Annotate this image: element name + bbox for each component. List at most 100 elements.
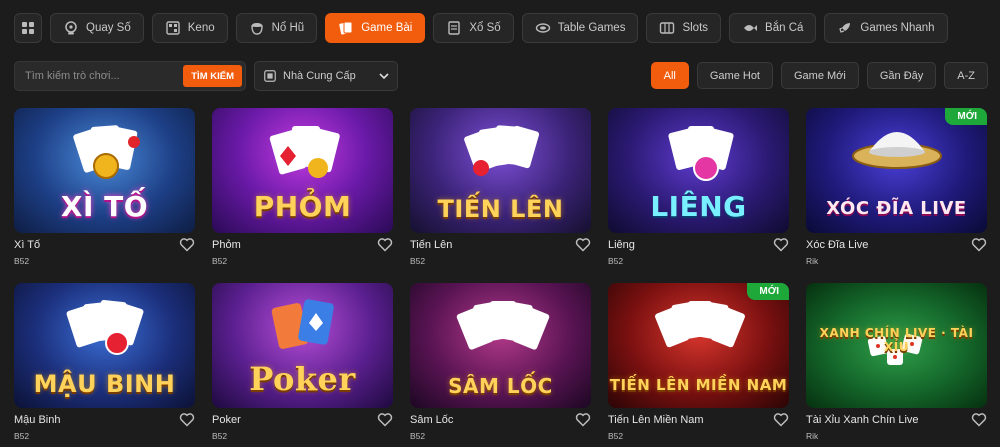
new-badge: MỚI bbox=[945, 108, 987, 125]
slots-icon bbox=[660, 22, 675, 34]
heart-icon[interactable] bbox=[971, 237, 987, 252]
tab-label: Slots bbox=[682, 22, 709, 34]
filter-gan-day[interactable]: Gần Đây bbox=[866, 62, 937, 89]
game-title: Sâm Lốc bbox=[410, 414, 454, 426]
game-card[interactable]: PHỎM Phỏm B52 bbox=[212, 108, 393, 274]
game-provider: B52 bbox=[410, 256, 426, 266]
game-thumbnail[interactable]: Poker bbox=[212, 283, 393, 408]
cards-icon bbox=[339, 21, 353, 35]
filter-game-moi[interactable]: Game Mới bbox=[781, 62, 859, 89]
heart-icon[interactable] bbox=[179, 412, 195, 427]
game-provider: Rik bbox=[806, 256, 819, 266]
search-input[interactable] bbox=[25, 62, 185, 90]
game-thumbnail[interactable]: MẬU BINH bbox=[14, 283, 195, 408]
provider-icon bbox=[264, 70, 276, 82]
game-logo: SÂM LỐC bbox=[448, 374, 553, 398]
game-logo: XÌ TỐ bbox=[60, 190, 149, 223]
tab-quay-so[interactable]: Quay Số bbox=[50, 13, 144, 43]
game-card[interactable]: XÌ TỐ Xì Tố B52 bbox=[14, 108, 195, 274]
game-thumbnail[interactable]: PHỎM bbox=[212, 108, 393, 233]
game-title-row: Tài Xỉu Xanh Chín Live bbox=[806, 412, 987, 428]
jackpot-icon bbox=[250, 23, 263, 35]
search-button[interactable]: TÌM KIẾM bbox=[183, 65, 242, 87]
tab-slots[interactable]: Slots bbox=[646, 13, 722, 43]
tab-label: Nổ Hũ bbox=[271, 22, 305, 34]
game-card[interactable]: TIẾN LÊN MIỀN NAM MỚI Tiến Lên Miền Nam … bbox=[608, 283, 789, 447]
toolbar: TÌM KIẾM Nhà Cung Cấp All Game Hot Game … bbox=[14, 61, 988, 91]
tab-game-bai[interactable]: Game Bài bbox=[325, 13, 426, 43]
game-provider: B52 bbox=[410, 431, 426, 441]
filter-a-z[interactable]: A-Z bbox=[944, 62, 988, 89]
heart-icon[interactable] bbox=[575, 237, 591, 252]
provider-dropdown[interactable]: Nhà Cung Cấp bbox=[254, 61, 398, 91]
heart-icon[interactable] bbox=[179, 237, 195, 252]
chevron-down-icon bbox=[379, 73, 389, 80]
playing-cards-icon bbox=[269, 126, 340, 178]
game-thumbnail[interactable]: XÓC ĐĨA LIVE MỚI bbox=[806, 108, 987, 233]
game-title-row: Xì Tố bbox=[14, 237, 195, 253]
fish-icon bbox=[744, 25, 758, 31]
game-title-row: Sâm Lốc bbox=[410, 412, 591, 428]
game-logo: PHỎM bbox=[253, 190, 352, 223]
heart-icon[interactable] bbox=[773, 237, 789, 252]
game-thumbnail[interactable]: XANH CHÍN LIVE · TÀI XỈU bbox=[806, 283, 987, 408]
game-lobby: Quay Số Keno Nổ Hũ Game Bài Xổ Số Table … bbox=[0, 0, 1000, 447]
game-thumbnail[interactable]: SÂM LỐC bbox=[410, 283, 591, 408]
heart-icon[interactable] bbox=[773, 412, 789, 427]
heart-icon[interactable] bbox=[377, 412, 393, 427]
game-card[interactable]: XÓC ĐĨA LIVE MỚI Xóc Đĩa Live Rik bbox=[806, 108, 987, 274]
game-title-row: Poker bbox=[212, 412, 393, 428]
heart-icon[interactable] bbox=[575, 412, 591, 427]
table-icon bbox=[535, 23, 550, 33]
game-card[interactable]: SÂM LỐC Sâm Lốc B52 bbox=[410, 283, 591, 447]
playing-cards-icon bbox=[271, 299, 334, 349]
game-provider: B52 bbox=[14, 256, 30, 266]
game-title: Tiến Lên Miền Nam bbox=[608, 414, 704, 426]
game-thumbnail[interactable]: TIẾN LÊN bbox=[410, 108, 591, 233]
game-title-row: Tiến Lên Miền Nam bbox=[608, 412, 789, 428]
game-card[interactable]: MẬU BINH Mậu Binh B52 bbox=[14, 283, 195, 447]
tab-games-nhanh[interactable]: Games Nhanh bbox=[824, 13, 948, 43]
game-title: Mậu Binh bbox=[14, 414, 61, 426]
game-title: Xì Tố bbox=[14, 239, 41, 251]
playing-cards-icon bbox=[66, 300, 143, 355]
game-thumbnail[interactable]: XÌ TỐ bbox=[14, 108, 195, 233]
game-logo: MẬU BINH bbox=[33, 370, 176, 398]
tab-ban-ca[interactable]: Bắn Cá bbox=[729, 13, 817, 43]
tab-label: Quay Số bbox=[86, 22, 131, 34]
tab-label: Xổ Số bbox=[469, 22, 501, 34]
new-badge: MỚI bbox=[747, 283, 789, 300]
game-title: Liêng bbox=[608, 239, 635, 251]
game-logo: TIẾN LÊN MIỀN NAM bbox=[609, 376, 788, 394]
grid-icon bbox=[22, 22, 34, 34]
tab-grid[interactable] bbox=[14, 13, 42, 43]
game-grid: XÌ TỐ Xì Tố B52 PHỎM Phỏm B52 TIẾN LÊN T… bbox=[14, 108, 988, 447]
game-card[interactable]: TIẾN LÊN Tiến Lên B52 bbox=[410, 108, 591, 274]
filter-all[interactable]: All bbox=[650, 62, 689, 89]
lottery-icon bbox=[448, 21, 461, 35]
tab-label: Games Nhanh bbox=[860, 22, 935, 34]
heart-icon[interactable] bbox=[377, 237, 393, 252]
game-thumbnail[interactable]: TIẾN LÊN MIỀN NAM MỚI bbox=[608, 283, 789, 408]
game-title-row: Liêng bbox=[608, 237, 789, 253]
heart-icon[interactable] bbox=[971, 412, 987, 427]
rocket-icon bbox=[839, 23, 851, 33]
search-box: TÌM KIẾM bbox=[14, 61, 246, 91]
game-title-row: Mậu Binh bbox=[14, 412, 195, 428]
dice-bowl-icon bbox=[851, 132, 942, 169]
playing-cards-icon bbox=[456, 301, 549, 350]
game-thumbnail[interactable]: LIÊNG bbox=[608, 108, 789, 233]
filter-game-hot[interactable]: Game Hot bbox=[696, 62, 773, 89]
tab-no-hu[interactable]: Nổ Hũ bbox=[235, 13, 318, 43]
game-card[interactable]: XANH CHÍN LIVE · TÀI XỈU Tài Xỉu Xanh Ch… bbox=[806, 283, 987, 447]
game-card[interactable]: LIÊNG Liêng B52 bbox=[608, 108, 789, 274]
game-card[interactable]: Poker Poker B52 bbox=[212, 283, 393, 447]
game-title-row: Xóc Đĩa Live bbox=[806, 237, 987, 253]
tab-table-games[interactable]: Table Games bbox=[521, 13, 639, 43]
game-title: Phỏm bbox=[212, 239, 241, 251]
tab-xo-so[interactable]: Xổ Số bbox=[433, 13, 514, 43]
tab-label: Keno bbox=[187, 22, 215, 34]
game-title: Tiến Lên bbox=[410, 239, 453, 251]
tab-keno[interactable]: Keno bbox=[151, 13, 228, 43]
game-provider: B52 bbox=[608, 256, 624, 266]
